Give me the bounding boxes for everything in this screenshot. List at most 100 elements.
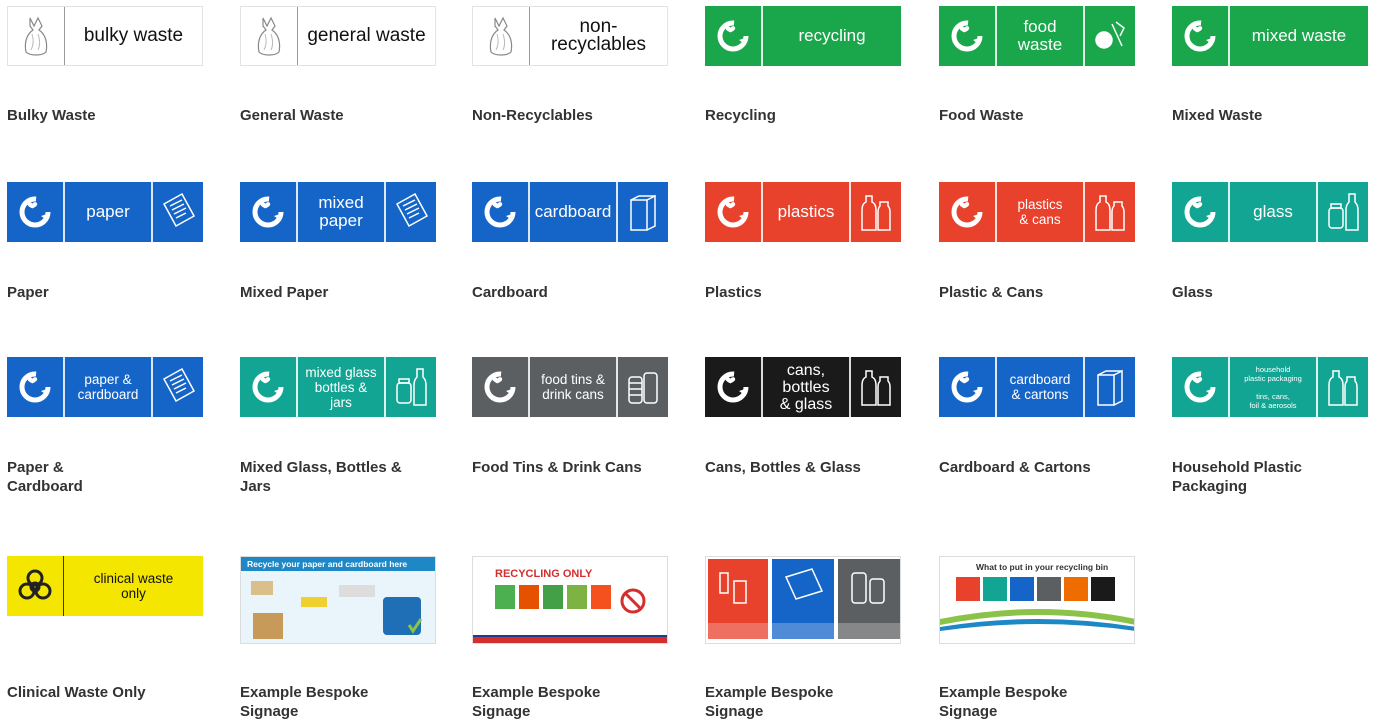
sign-card[interactable]: cardboard & cartons — [939, 357, 1139, 417]
sign-label: plastics & cans — [1017, 197, 1063, 227]
sign-tile[interactable]: food tins & drink cans — [472, 357, 668, 417]
sign-caption[interactable]: Cardboard — [472, 283, 647, 302]
sign-caption[interactable]: Plastics — [705, 283, 880, 302]
sign-caption[interactable]: Example Bespoke Signage — [705, 683, 865, 721]
sign-caption[interactable]: General Waste — [240, 106, 415, 125]
sign-label: food tins & drink cans — [541, 372, 605, 402]
sign-card[interactable]: RECYCLING ONLY — [472, 556, 672, 644]
sign-caption[interactable]: Clinical Waste Only — [7, 683, 182, 702]
sign-caption[interactable]: Example Bespoke Signage — [939, 683, 1099, 721]
sign-label: recycling — [798, 26, 866, 45]
sign-card[interactable]: general waste — [240, 6, 440, 66]
sign-caption[interactable]: Food Tins & Drink Cans — [472, 458, 647, 477]
jar-icon — [384, 357, 436, 417]
sign-card[interactable]: plastics — [705, 182, 905, 242]
recycle-icon — [705, 6, 763, 66]
sign-card[interactable]: glass — [1172, 182, 1372, 242]
bottle-icon — [849, 357, 901, 417]
paper-icon — [151, 357, 203, 417]
bespoke-signage-image[interactable]: Recycle your paper and cardboard here — [240, 556, 436, 644]
recycle-icon — [1172, 182, 1230, 242]
sign-tile[interactable]: food waste — [939, 6, 1135, 66]
sign-card[interactable]: mixed glass bottles & jars — [240, 357, 440, 417]
sign-tile[interactable]: mixed paper — [240, 182, 436, 242]
sign-tile[interactable]: glass — [1172, 182, 1368, 242]
sign-caption[interactable]: Cans, Bottles & Glass — [705, 458, 880, 477]
recycle-icon — [240, 357, 298, 417]
sign-caption[interactable]: Mixed Glass, Bottles & Jars — [240, 458, 420, 496]
sign-caption[interactable]: Cardboard & Cartons — [939, 458, 1114, 477]
sign-label: household plastic packaging tins, cans, … — [1244, 364, 1302, 410]
sign-caption[interactable]: Paper & Cardboard — [7, 458, 107, 496]
paper-icon — [384, 182, 436, 242]
sign-label: clinical waste only — [93, 571, 174, 601]
bespoke-signage-image[interactable]: RECYCLING ONLY — [472, 556, 668, 644]
sign-tile[interactable]: paper & cardboard — [7, 357, 203, 417]
sign-label: mixed waste — [1251, 26, 1347, 45]
recycle-icon — [240, 182, 298, 242]
sign-card[interactable]: cardboard — [472, 182, 672, 242]
bespoke-signage-image[interactable]: What to put in your recycling bin — [939, 556, 1135, 644]
sign-card[interactable]: clinical waste only — [7, 556, 207, 616]
sign-card[interactable]: food waste — [939, 6, 1139, 66]
sign-caption[interactable]: Example Bespoke Signage — [472, 683, 632, 721]
sign-caption[interactable]: Paper — [7, 283, 182, 302]
sign-card[interactable]: cans, bottles & glass — [705, 357, 905, 417]
sign-card[interactable]: What to put in your recycling bin — [939, 556, 1139, 644]
sign-card[interactable]: Recycle your paper and cardboard here — [240, 556, 440, 644]
sign-label: cardboard — [534, 202, 612, 221]
sign-tile[interactable]: cardboard — [472, 182, 668, 242]
sign-tile[interactable]: paper — [7, 182, 203, 242]
recycle-icon — [472, 357, 530, 417]
sign-tile[interactable]: recycling — [705, 6, 901, 66]
sign-card[interactable]: paper & cardboard — [7, 357, 207, 417]
sign-tile[interactable]: clinical waste only — [7, 556, 203, 616]
poster-title: Recycle your paper and cardboard here — [247, 559, 407, 569]
sign-label: cardboard & cartons — [1009, 372, 1071, 402]
sign-card[interactable]: mixed waste — [1172, 6, 1372, 66]
sign-caption[interactable]: Household Plastic Packaging — [1172, 458, 1352, 496]
sign-label: cans, bottles & glass — [779, 361, 833, 413]
signage-grid: bulky waste Bulky Waste general waste Gener… — [0, 0, 1381, 724]
sign-card[interactable]: household plastic packaging tins, cans, … — [1172, 357, 1372, 417]
sign-tile[interactable]: plastics — [705, 182, 901, 242]
sign-tile[interactable]: cardboard & cartons — [939, 357, 1135, 417]
sign-card[interactable]: bulky waste — [7, 6, 207, 66]
sign-label: paper — [86, 202, 130, 221]
sign-card[interactable]: mixed paper — [240, 182, 440, 242]
sign-card[interactable]: non-recyclables — [472, 6, 672, 66]
sign-caption[interactable]: Mixed Waste — [1172, 106, 1347, 125]
sign-card[interactable]: plastics & cans — [939, 182, 1139, 242]
sign-tile[interactable]: general waste — [240, 6, 436, 66]
bespoke-signage-image[interactable] — [705, 556, 901, 644]
sign-tile[interactable]: cans, bottles & glass — [705, 357, 901, 417]
sign-tile[interactable]: plastics & cans — [939, 182, 1135, 242]
sign-caption[interactable]: Mixed Paper — [240, 283, 415, 302]
sign-label: general waste — [307, 25, 426, 46]
paper-icon — [151, 182, 203, 242]
sign-tile[interactable]: bulky waste — [7, 6, 203, 66]
sign-caption[interactable]: Food Waste — [939, 106, 1114, 125]
sign-label: paper & cardboard — [77, 372, 139, 402]
box-icon — [1083, 357, 1135, 417]
sign-tile[interactable]: mixed glass bottles & jars — [240, 357, 436, 417]
sign-card[interactable]: recycling — [705, 6, 905, 66]
bottle-icon — [1316, 357, 1368, 417]
recycle-icon — [939, 357, 997, 417]
sign-card[interactable]: paper — [7, 182, 207, 242]
food-icon — [1083, 6, 1135, 66]
sign-label: food waste — [1017, 17, 1063, 54]
sign-caption[interactable]: Recycling — [705, 106, 880, 125]
sign-tile[interactable]: non-recyclables — [472, 6, 668, 66]
sign-caption[interactable]: Non-Recyclables — [472, 106, 647, 125]
sign-card[interactable]: food tins & drink cans — [472, 357, 672, 417]
sign-label: mixed paper — [318, 193, 364, 230]
sign-caption[interactable]: Glass — [1172, 283, 1347, 302]
sign-caption[interactable]: Plastic & Cans — [939, 283, 1114, 302]
recycle-icon — [1172, 357, 1230, 417]
sign-tile[interactable]: mixed waste — [1172, 6, 1368, 66]
sign-caption[interactable]: Example Bespoke Signage — [240, 683, 400, 721]
sign-tile[interactable]: household plastic packaging tins, cans, … — [1172, 357, 1368, 417]
sign-caption[interactable]: Bulky Waste — [7, 106, 182, 125]
sign-card[interactable] — [705, 556, 905, 644]
